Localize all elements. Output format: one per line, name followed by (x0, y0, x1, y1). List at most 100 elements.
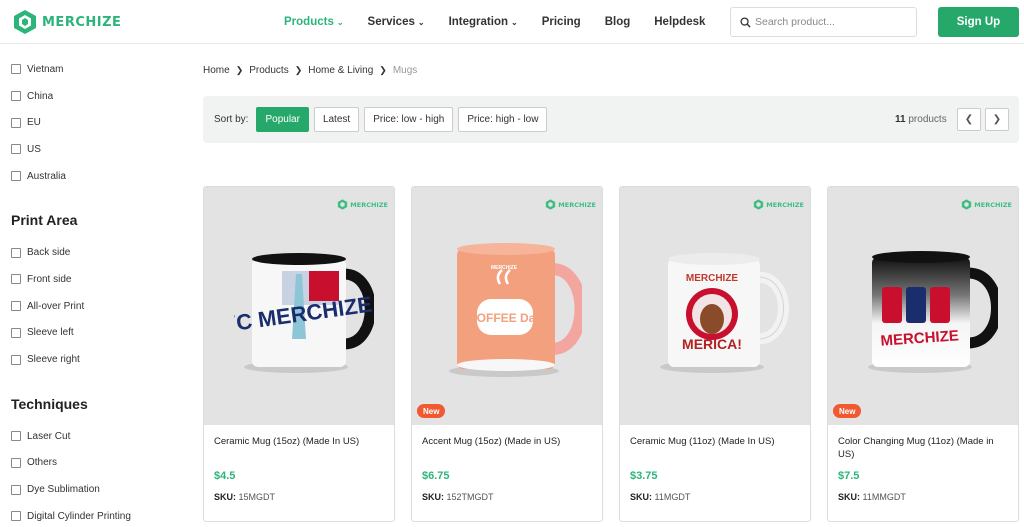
checkbox[interactable] (11, 484, 21, 495)
checkbox[interactable] (11, 431, 21, 442)
nav-pricing-label: Pricing (541, 16, 581, 28)
nav-services[interactable]: Services ⌄ (368, 16, 425, 28)
product-name[interactable]: Ceramic Mug (11oz) (Made In US) (630, 435, 802, 448)
prev-page-button[interactable]: ❮ (957, 108, 981, 131)
card-brand-text: MERCHIZE (558, 200, 596, 209)
filter-print-sleeve-right[interactable]: Sleeve right (11, 346, 181, 373)
mug-text-bottom: MERICA! (682, 336, 742, 352)
sort-price-high-low-button[interactable]: Price: high - low (458, 107, 548, 132)
product-sku: SKU: 15MGDT (214, 492, 275, 502)
site-header: MERCHIZE Products ⌄ Services ⌄ Integrati… (0, 0, 1024, 44)
filter-label: Digital Cylinder Printing (27, 510, 131, 522)
product-sku: SKU: 11MMGDT (838, 492, 906, 502)
nav-blog-label: Blog (604, 16, 631, 28)
filter-label: Front side (27, 273, 72, 285)
filter-country-china[interactable]: China (11, 83, 181, 110)
filter-country-eu[interactable]: EU (11, 109, 181, 136)
search-input[interactable] (755, 16, 905, 28)
product-card[interactable]: MERCHIZE MERCHIZE COFFEE Day New Accent … (411, 186, 603, 522)
checkbox[interactable] (11, 171, 21, 182)
logo-text: MERCHIZE (42, 14, 122, 30)
card-brand-text: MERCHIZE (350, 200, 388, 209)
breadcrumb-home-living[interactable]: Home & Living (308, 65, 373, 76)
merchize-logo-icon (14, 10, 36, 34)
sort-latest-button[interactable]: Latest (313, 107, 360, 132)
breadcrumb-home[interactable]: Home (203, 65, 230, 76)
chevron-down-icon: ⌄ (336, 17, 344, 27)
product-name[interactable]: Color Changing Mug (11oz) (Made in US) (838, 435, 1010, 461)
nav-helpdesk[interactable]: Helpdesk (654, 16, 705, 28)
filter-label: China (27, 90, 54, 102)
checkbox[interactable] (11, 354, 21, 365)
sku-value: 11MGDT (654, 492, 691, 502)
mug-brand-text: MERCHIZE (491, 265, 518, 271)
checkbox[interactable] (11, 64, 21, 75)
product-sku: SKU: 11MGDT (630, 492, 690, 502)
filter-print-sleeve-left[interactable]: Sleeve left (11, 320, 181, 347)
mug-image: MERCHIZE COFFEE Day (449, 243, 582, 377)
product-count: 11 products (895, 114, 947, 125)
filter-technique-digital-cylinder[interactable]: Digital Cylinder Printing (11, 503, 181, 527)
card-brand: MERCHIZE (337, 199, 388, 210)
checkbox[interactable] (11, 247, 21, 258)
product-card[interactable]: MERCHIZE MERCHIZE MERICA! Ceramic Mug (1… (619, 186, 811, 522)
product-image[interactable]: MERCHIZE NYC MERCHIZE (204, 187, 394, 425)
nav-pricing[interactable]: Pricing (542, 16, 581, 28)
chevron-left-icon: ❮ (964, 114, 974, 125)
sign-up-button[interactable]: Sign Up (938, 7, 1019, 37)
chevron-right-icon: ❯ (235, 65, 244, 75)
checkbox[interactable] (11, 91, 21, 102)
print-area-heading: Print Area (11, 212, 78, 229)
filter-country-vietnam[interactable]: Vietnam (11, 56, 181, 83)
card-brand: MERCHIZE (961, 199, 1012, 210)
main-nav: Products ⌄ Services ⌄ Integration ⌄ Pric… (284, 0, 705, 44)
breadcrumb-products[interactable]: Products (249, 65, 288, 76)
filter-print-back-side[interactable]: Back side (11, 239, 181, 266)
sort-popular-button[interactable]: Popular (256, 107, 309, 132)
sku-value: 15MGDT (238, 492, 276, 502)
filter-technique-others[interactable]: Others (11, 450, 181, 477)
filter-technique-dye-sublimation[interactable]: Dye Sublimation (11, 476, 181, 503)
checkbox[interactable] (11, 274, 21, 285)
filter-technique-laser-cut[interactable]: Laser Cut (11, 423, 181, 450)
logo[interactable]: MERCHIZE (12, 9, 121, 35)
filter-country-australia[interactable]: Australia (11, 163, 181, 190)
sort-price-low-high-button[interactable]: Price: low - high (364, 107, 454, 132)
nav-integration[interactable]: Integration ⌄ (449, 16, 518, 28)
merchize-logo-icon (338, 199, 348, 210)
checkbox[interactable] (11, 301, 21, 312)
chevron-right-icon: ❯ (992, 114, 1002, 125)
filter-label: EU (27, 117, 41, 129)
product-card[interactable]: MERCHIZE MERCHIZE New Color Changing Mug… (827, 186, 1019, 522)
sort-label: Sort by: (214, 114, 249, 125)
nav-services-label: Services (367, 16, 415, 28)
filter-label: Sleeve right (27, 354, 80, 366)
card-brand: MERCHIZE (753, 199, 804, 210)
product-price: $4.5 (214, 470, 236, 482)
checkbox[interactable] (11, 117, 21, 128)
checkbox[interactable] (11, 144, 21, 155)
card-brand-text: MERCHIZE (974, 200, 1012, 209)
product-price: $3.75 (630, 470, 658, 482)
product-image[interactable]: MERCHIZE MERCHIZE New (828, 187, 1018, 425)
nav-integration-label: Integration (448, 16, 508, 28)
filter-country-us[interactable]: US (11, 136, 181, 163)
checkbox[interactable] (11, 327, 21, 338)
next-page-button[interactable]: ❯ (985, 108, 1009, 131)
product-name[interactable]: Ceramic Mug (15oz) (Made In US) (214, 435, 386, 448)
nav-products[interactable]: Products ⌄ (284, 16, 344, 28)
product-name[interactable]: Accent Mug (15oz) (Made in US) (422, 435, 594, 448)
filter-print-front-side[interactable]: Front side (11, 266, 181, 293)
filter-label: Sleeve left (27, 327, 74, 339)
sku-label: SKU: (422, 492, 444, 502)
sort-bar: Sort by: Popular Latest Price: low - hig… (203, 96, 1019, 143)
checkbox[interactable] (11, 457, 21, 468)
product-card[interactable]: MERCHIZE NYC MERCHIZE Ceramic Mug (15oz)… (203, 186, 395, 522)
checkbox[interactable] (11, 511, 21, 522)
card-brand-text: MERCHIZE (766, 200, 804, 209)
product-image[interactable]: MERCHIZE MERCHIZE MERICA! (620, 187, 810, 425)
sku-label: SKU: (214, 492, 236, 502)
product-image[interactable]: MERCHIZE MERCHIZE COFFEE Day New (412, 187, 602, 425)
filter-print-all-over[interactable]: All-over Print (11, 293, 181, 320)
nav-blog[interactable]: Blog (605, 16, 631, 28)
